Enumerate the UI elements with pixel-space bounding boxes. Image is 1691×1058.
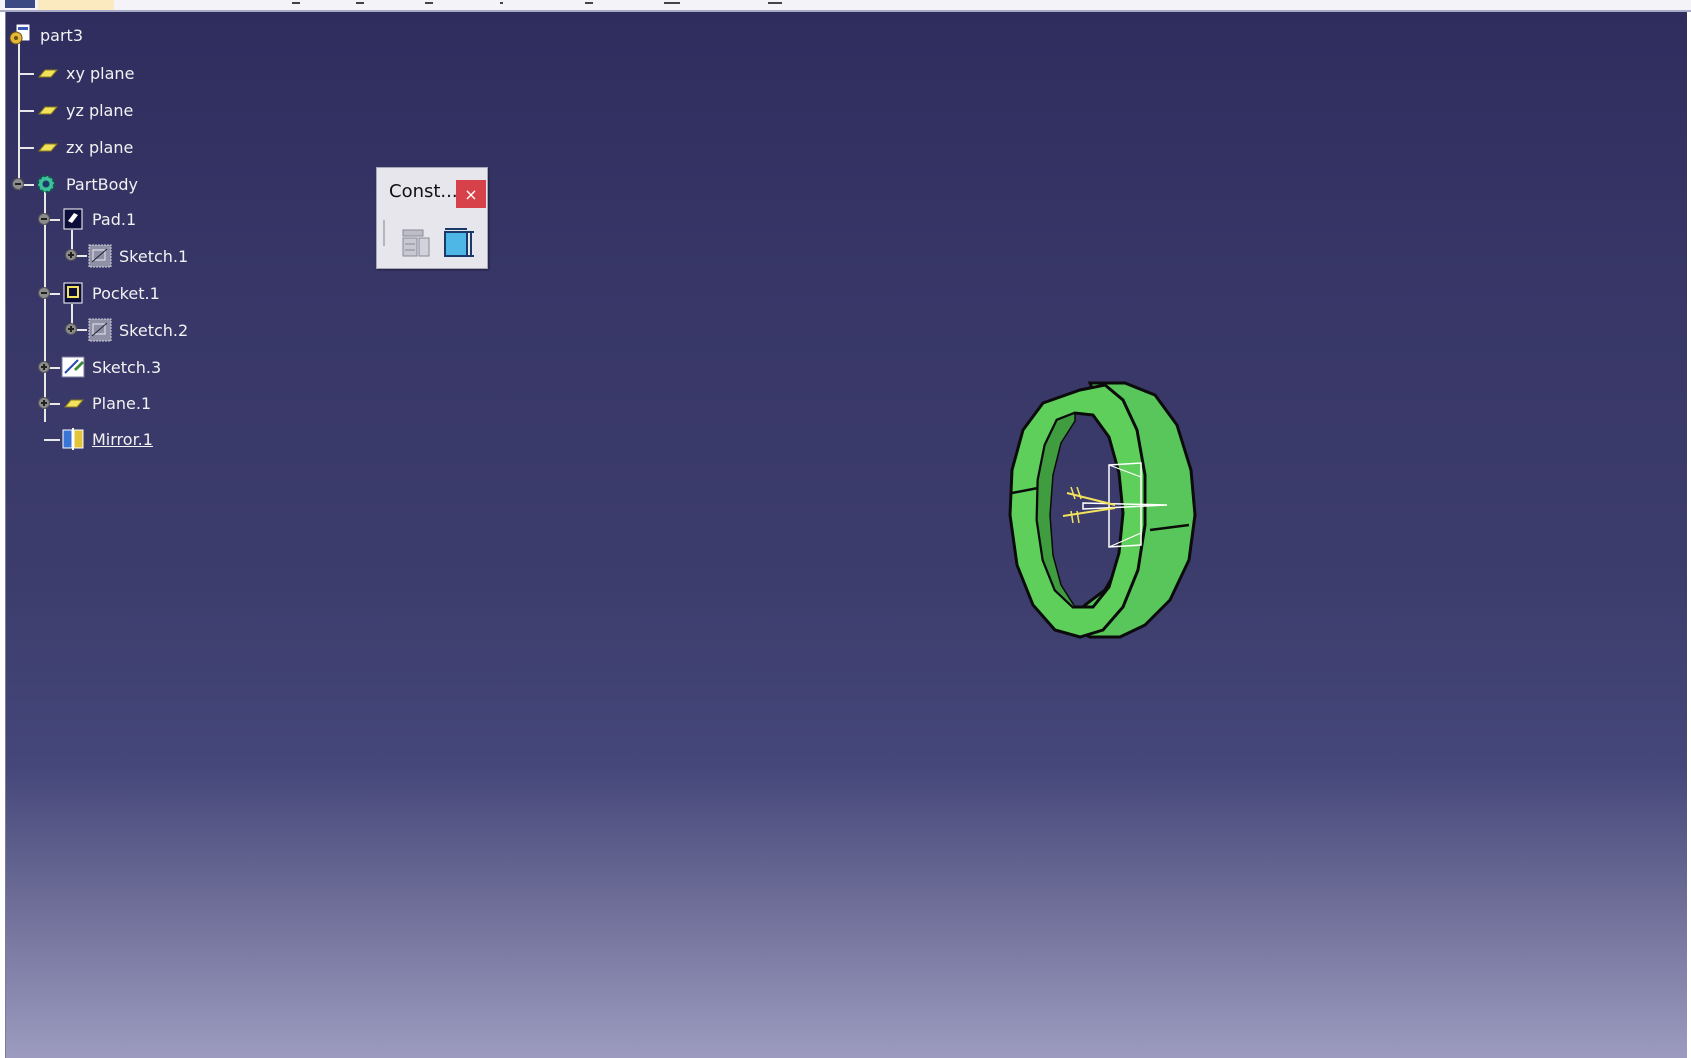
specification-tree: part3 xy plane yz plane zx plane PartBod… (8, 22, 308, 462)
constraints-table-icon[interactable] (399, 226, 435, 260)
partbody-collapse-toggle[interactable] (12, 178, 24, 190)
app-icon (5, 0, 35, 8)
constraint-symbol (1070, 510, 1074, 524)
sketch-edit-icon (61, 356, 85, 378)
body-gear-icon (37, 175, 55, 193)
tree-item-label: zx plane (66, 137, 134, 157)
window-top-strip (0, 0, 1691, 12)
tree-root-part3[interactable]: part3 (8, 22, 83, 48)
plane-icon (37, 69, 59, 78)
tree-item-label: Pocket.1 (92, 283, 160, 303)
tree-item-pad1[interactable]: Pad.1 (60, 206, 136, 232)
pocket-collapse-toggle[interactable] (38, 287, 50, 299)
plane-icon (63, 399, 85, 408)
toolbar-title: Const... (389, 181, 458, 202)
3d-ring-model[interactable] (1005, 375, 1245, 655)
sketch1-expand-toggle[interactable] (65, 249, 77, 261)
tree-item-sketch3[interactable]: Sketch.3 (60, 354, 161, 380)
plane-icon (37, 106, 59, 115)
pad-icon (63, 208, 83, 230)
tree-item-label: yz plane (66, 100, 134, 120)
constraint-symbol (1076, 486, 1082, 500)
mirror-icon (62, 428, 84, 450)
tree-connector (44, 192, 46, 422)
sketch2-expand-toggle[interactable] (65, 323, 77, 335)
tree-connector (18, 147, 34, 149)
tree-connector (18, 110, 34, 112)
tree-item-zx-plane[interactable]: zx plane (34, 134, 133, 160)
tree-item-label: PartBody (66, 174, 138, 194)
tree-item-label: Sketch.2 (119, 320, 189, 340)
tree-item-xy-plane[interactable]: xy plane (34, 60, 134, 86)
constraint-symbol (1070, 486, 1076, 500)
pocket-icon (63, 282, 83, 304)
tree-item-label: Sketch.3 (92, 357, 162, 377)
active-tab-strip[interactable] (38, 0, 114, 10)
menu-mark (292, 2, 300, 4)
menu-mark (768, 2, 782, 4)
tree-item-sketch1[interactable]: Sketch.1 (87, 243, 188, 269)
menu-mark (664, 2, 680, 4)
tree-item-sketch2[interactable]: Sketch.2 (87, 317, 188, 343)
sketch-icon (88, 318, 112, 342)
tree-item-partbody[interactable]: PartBody (34, 171, 138, 197)
tree-item-label: Sketch.1 (119, 246, 189, 266)
close-button[interactable]: × (456, 180, 486, 208)
tree-connector (18, 40, 20, 190)
tree-item-label: Mirror.1 (92, 429, 153, 449)
tree-root-label: part3 (40, 25, 83, 45)
tree-item-pocket1[interactable]: Pocket.1 (60, 280, 160, 306)
constraint-toolbar[interactable]: Const... × (376, 167, 488, 269)
tree-connector (18, 73, 34, 75)
sketch3-expand-toggle[interactable] (38, 361, 50, 373)
menu-mark (356, 2, 364, 4)
menu-mark (585, 2, 593, 4)
plane-icon (37, 143, 59, 152)
toolbar-grip[interactable] (383, 220, 385, 246)
tree-item-mirror1[interactable]: Mirror.1 (60, 426, 153, 452)
menu-mark (500, 2, 503, 4)
pad-collapse-toggle[interactable] (38, 213, 50, 225)
tree-item-label: Plane.1 (92, 393, 152, 413)
close-icon: × (464, 184, 478, 204)
tree-item-label: Pad.1 (92, 209, 137, 229)
plane1-expand-toggle[interactable] (38, 397, 50, 409)
sketch-icon (88, 244, 112, 268)
tree-item-plane1[interactable]: Plane.1 (60, 390, 151, 416)
tree-item-label: xy plane (66, 63, 135, 83)
tree-item-yz-plane[interactable]: yz plane (34, 97, 133, 123)
menu-mark (425, 2, 433, 4)
constraint-dimension-icon[interactable] (441, 226, 477, 260)
tree-connector (44, 439, 60, 441)
part-icon (9, 23, 31, 45)
